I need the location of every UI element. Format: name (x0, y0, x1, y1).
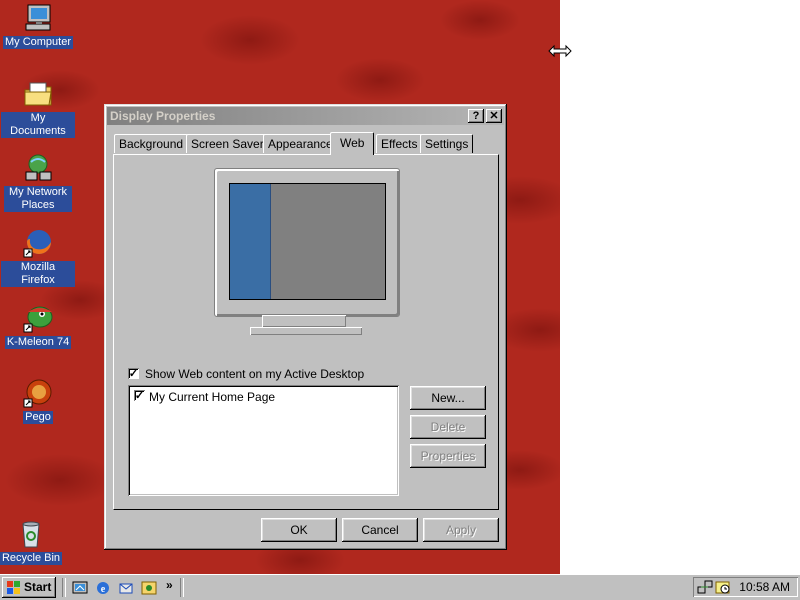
tab-effects[interactable]: Effects (376, 134, 423, 153)
show-web-content-option[interactable]: ✓ Show Web content on my Active Desktop (128, 367, 388, 381)
tab-settings[interactable]: Settings (420, 134, 474, 153)
desktop-icon-k-meleon[interactable]: K-Meleon 74 (1, 302, 75, 349)
list-item[interactable]: ✓ My Current Home Page (134, 390, 384, 404)
taskbar-separator (180, 578, 184, 597)
kmeleon-icon (23, 306, 53, 333)
quick-launch-overflow[interactable]: » (166, 578, 173, 592)
desktop-icon-recycle-bin[interactable]: Recycle Bin (0, 518, 68, 565)
media-icon[interactable] (141, 580, 157, 596)
monitor-preview (214, 168, 400, 317)
desktop-wallpaper: My Computer My Documents My Network Plac… (0, 0, 560, 574)
tab-screen-saver[interactable]: Screen Saver (186, 134, 269, 153)
display-properties-window: Display Properties ? ✕ Background Screen… (104, 104, 507, 550)
recycle-bin-icon (22, 521, 40, 548)
desktop-icon-label: K-Meleon 74 (4, 336, 72, 349)
tab-web[interactable]: Web (330, 132, 375, 155)
cancel-button[interactable]: Cancel (342, 518, 418, 542)
help-button[interactable]: ? (468, 109, 484, 123)
show-web-content-checkbox[interactable]: ✓ (128, 368, 139, 380)
close-icon: ✕ (489, 110, 499, 122)
show-desktop-icon[interactable] (72, 580, 88, 596)
desktop-icon-label: My Network Places (4, 186, 72, 212)
computer-icon (25, 4, 51, 31)
properties-button[interactable]: Properties (410, 444, 486, 468)
web-tab-panel: ✓ Show Web content on my Active Desktop … (113, 154, 499, 510)
system-tray: 10:58 AM (693, 577, 798, 597)
window-title: Display Properties (110, 109, 216, 123)
web-items-listbox[interactable]: ✓ My Current Home Page (128, 385, 399, 496)
window-titlebar[interactable]: Display Properties ? ✕ (107, 107, 504, 125)
desktop-icon-label: Mozilla Firefox (1, 261, 75, 287)
desktop-icon-label: Pego (23, 411, 53, 424)
desktop-icon-label: Recycle Bin (0, 552, 63, 565)
desktop-icon-mozilla-firefox[interactable]: Mozilla Firefox (1, 227, 75, 287)
outlook-icon[interactable] (118, 580, 134, 596)
ok-button[interactable]: OK (261, 518, 337, 542)
preview-web-content-pane (230, 184, 271, 299)
desktop-icon-label: My Documents (1, 112, 75, 138)
list-item-label: My Current Home Page (149, 390, 276, 404)
tab-appearance[interactable]: Appearance (263, 134, 338, 153)
desktop-icon-my-documents[interactable]: My Documents (1, 78, 75, 138)
internet-explorer-icon[interactable]: e (95, 580, 111, 596)
new-button[interactable]: New... (410, 386, 486, 410)
scheduler-tray-icon[interactable] (715, 579, 731, 595)
tab-background[interactable]: Background (114, 134, 189, 153)
windows-logo-icon (7, 581, 20, 594)
apply-button[interactable]: Apply (423, 518, 499, 542)
firefox-icon (23, 230, 51, 258)
close-button[interactable]: ✕ (486, 109, 502, 123)
monitor-base (250, 327, 362, 335)
list-item-checkbox[interactable]: ✓ (134, 390, 145, 402)
start-label: Start (24, 580, 52, 594)
monitor-preview-screen (229, 183, 386, 300)
screen: My Computer My Documents My Network Plac… (0, 0, 800, 600)
network-icon (25, 154, 52, 181)
network-tray-icon[interactable] (697, 579, 713, 595)
delete-button[interactable]: Delete (410, 415, 486, 439)
desktop-icon-pego[interactable]: Pego (1, 377, 75, 424)
desktop-icon-my-computer[interactable]: My Computer (1, 2, 75, 49)
resize-cursor-icon (548, 44, 572, 58)
taskbar: Start e » 10:58 AM (0, 574, 800, 600)
folder-icon (24, 82, 52, 106)
show-web-content-label: Show Web content on my Active Desktop (145, 367, 365, 381)
svg-text:e: e (101, 584, 106, 595)
start-button[interactable]: Start (2, 577, 56, 598)
desktop-icon-label: My Computer (2, 36, 74, 49)
desktop-icon-my-network-places[interactable]: My Network Places (1, 152, 75, 212)
pego-icon (23, 379, 52, 408)
taskbar-separator (62, 578, 66, 597)
monitor-stand (262, 315, 346, 327)
clock[interactable]: 10:58 AM (739, 580, 790, 594)
